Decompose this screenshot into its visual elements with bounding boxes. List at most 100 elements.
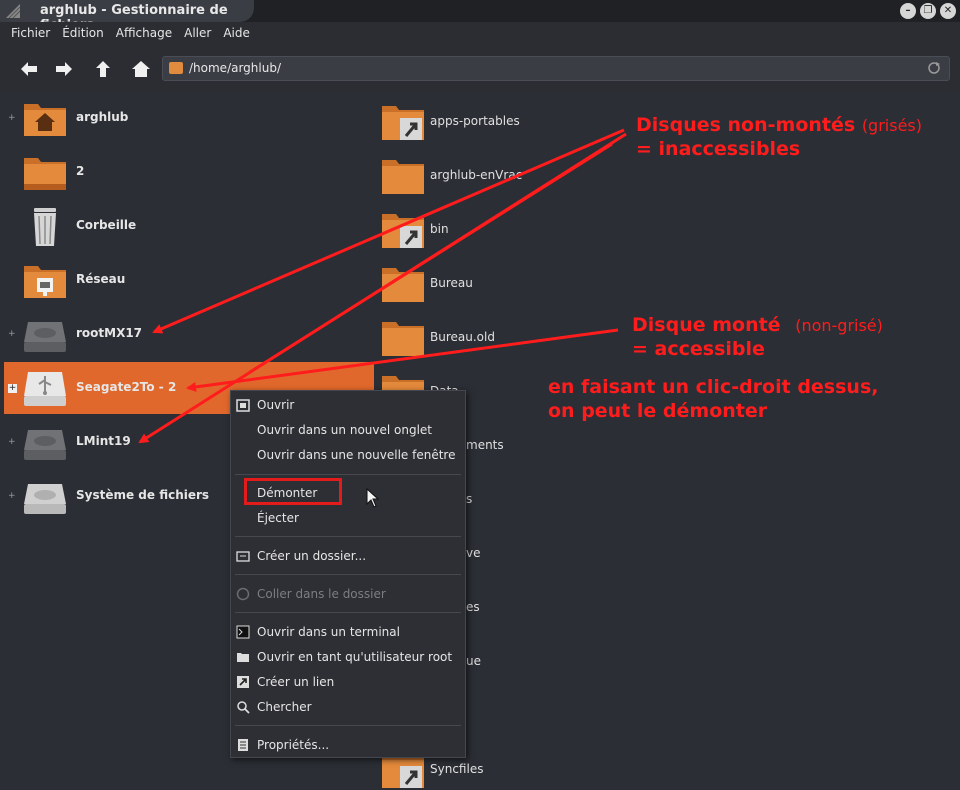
menu-item-label: Ouvrir dans un nouvel onglet	[257, 423, 433, 437]
expander-icon[interactable]: +	[8, 384, 17, 393]
annotation-mounted-note: (non-grisé)	[795, 316, 883, 335]
file-label: apps-portables	[430, 114, 520, 128]
folder-icon	[382, 160, 424, 194]
sidebar-item-2[interactable]: 2	[4, 146, 374, 198]
expander-icon[interactable]: +	[8, 330, 16, 339]
menu-item-label: Créer un lien	[257, 675, 335, 689]
annotation-mounted: Disque monté (non-grisé)	[632, 314, 883, 336]
home-button[interactable]	[130, 58, 152, 80]
annotation-mounted-title: Disque monté	[632, 314, 781, 336]
sidebar-item-reseau[interactable]: Réseau	[4, 254, 374, 306]
properties-icon	[238, 739, 248, 751]
app-icon	[6, 4, 20, 18]
file-label: Bureau	[430, 276, 473, 290]
open-icon	[236, 399, 250, 412]
file-label: bin	[430, 222, 449, 236]
arrow-right-icon	[56, 62, 72, 76]
context-menu: Ouvrir Ouvrir dans un nouvel onglet Ouvr…	[230, 390, 466, 758]
menu-item-label: Ouvrir en tant qu'utilisateur root	[257, 650, 453, 664]
up-button[interactable]	[92, 58, 114, 80]
menu-aller[interactable]: Aller	[178, 22, 217, 46]
annotation-rightclick-2: on peut le démonter	[548, 400, 768, 422]
menu-separator	[235, 536, 461, 537]
network-folder-icon	[24, 266, 66, 298]
folder-icon	[382, 322, 424, 356]
menu-separator	[235, 574, 461, 575]
expander-icon[interactable]: +	[8, 438, 16, 447]
file-item-apps-portables[interactable]: apps-portables	[380, 98, 680, 148]
file-item-bin[interactable]: bin	[380, 206, 680, 256]
annotation-unmounted-note: (grisés)	[861, 116, 922, 135]
expander-icon[interactable]: +	[8, 114, 16, 123]
folder-link-icon	[382, 214, 424, 248]
file-label: Syncfiles	[430, 762, 484, 776]
menu-item-ouvrir[interactable]: Ouvrir	[231, 394, 465, 416]
reload-icon[interactable]	[927, 61, 941, 75]
menu-item-label: Ouvrir dans une nouvelle fenêtre	[257, 448, 456, 462]
arrow-left-icon	[21, 62, 37, 76]
file-label: Bureau.old	[430, 330, 495, 344]
back-button[interactable]	[18, 58, 40, 80]
file-item-bureau[interactable]: Bureau	[380, 260, 680, 310]
sidebar-item-label: rootMX17	[76, 326, 143, 340]
terminal-icon	[236, 625, 250, 639]
file-label: s	[466, 492, 473, 506]
file-label: ments	[466, 438, 504, 452]
menu-edition[interactable]: Édition	[56, 22, 110, 46]
file-label: ue	[466, 654, 481, 668]
file-label: ve	[466, 546, 481, 560]
menu-item-proprietes[interactable]: Propriétés...	[231, 734, 465, 756]
menu-item-chercher[interactable]: Chercher	[231, 696, 465, 718]
file-item-arghlub-envrac[interactable]: arghlub-enVrac	[380, 152, 680, 202]
maximize-button[interactable]: ❐	[920, 3, 936, 19]
mouse-cursor-icon	[366, 488, 380, 508]
menu-separator	[235, 474, 461, 475]
annotation-unmounted-sub: = inaccessibles	[636, 138, 801, 160]
location-path: /home/arghlub/	[189, 61, 282, 75]
menu-fichier[interactable]: Fichier	[5, 22, 56, 46]
close-button[interactable]: ✕	[940, 3, 956, 19]
menu-item-lien[interactable]: Créer un lien	[231, 671, 465, 693]
annotation-unmounted: Disques non-montés (grisés)	[636, 114, 922, 136]
menu-item-label: Propriétés...	[257, 738, 330, 752]
menu-item-root[interactable]: Ouvrir en tant qu'utilisateur root	[231, 646, 465, 668]
minimize-button[interactable]: –	[900, 3, 916, 19]
sidebar-item-rootmx17[interactable]: + rootMX17	[4, 308, 374, 360]
location-bar[interactable]: /home/arghlub/	[162, 56, 950, 81]
menu-item-label: Ouvrir	[257, 398, 295, 412]
menu-item-label: Ouvrir dans un terminal	[257, 625, 400, 639]
drive-icon	[24, 322, 66, 352]
sidebar-item-corbeille[interactable]: Corbeille	[4, 200, 374, 252]
sidebar-item-arghlub[interactable]: + arghlub	[4, 92, 374, 144]
menu-aide[interactable]: Aide	[217, 22, 256, 46]
forward-button[interactable]	[53, 58, 75, 80]
menu-item-terminal[interactable]: Ouvrir dans un terminal	[231, 621, 465, 643]
menu-item-creer-dossier[interactable]: Créer un dossier...	[231, 545, 465, 567]
menu-item-label: Créer un dossier...	[257, 549, 367, 563]
search-icon	[237, 701, 250, 714]
sidebar-item-label: arghlub	[76, 110, 129, 124]
expander-icon[interactable]: +	[8, 492, 16, 501]
annotation-unmounted-title: Disques non-montés	[636, 114, 856, 136]
sidebar-item-label: Système de fichiers	[76, 488, 210, 502]
file-label: arghlub-enVrac	[430, 168, 523, 182]
menu-item-label: Chercher	[257, 700, 312, 714]
sidebar-item-label: Corbeille	[76, 218, 137, 232]
home-folder-icon	[24, 104, 66, 136]
new-folder-icon	[236, 551, 250, 562]
menu-item-nouvelle-fenetre[interactable]: Ouvrir dans une nouvelle fenêtre	[231, 444, 465, 466]
menu-item-label: Coller dans le dossier	[257, 587, 386, 601]
folder-icon	[24, 158, 66, 190]
menu-item-nouvel-onglet[interactable]: Ouvrir dans un nouvel onglet	[231, 419, 465, 441]
demonter-highlight	[244, 478, 342, 505]
paste-icon	[236, 587, 250, 601]
sidebar-item-label: LMint19	[76, 434, 131, 448]
menu-item-label: Éjecter	[257, 511, 299, 525]
menu-item-ejecter[interactable]: Éjecter	[231, 507, 465, 529]
file-label: es	[466, 600, 480, 614]
menu-affichage[interactable]: Affichage	[110, 22, 178, 46]
sidebar-item-label: Seagate2To - 2	[76, 380, 177, 394]
menu-separator	[235, 725, 461, 726]
home-folder-icon	[169, 62, 183, 74]
folder-link-icon	[382, 106, 424, 140]
